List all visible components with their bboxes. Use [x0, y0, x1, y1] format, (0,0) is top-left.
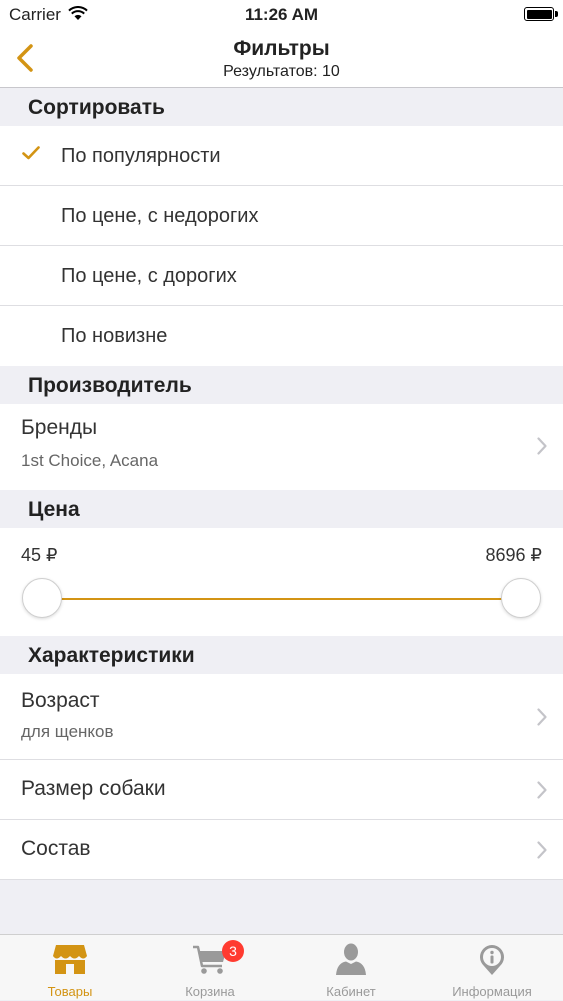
composition-row[interactable]: Состав — [0, 820, 563, 880]
brands-value: 1st Choice, Acana — [21, 451, 159, 470]
price-min-label: 45 ₽ — [21, 545, 58, 565]
section-title: Характеристики — [28, 644, 195, 667]
sort-option-label: По цене, с дорогих — [61, 265, 237, 287]
status-bar: Carrier 11:26 AM — [0, 0, 563, 30]
section-header-characteristics: Характеристики — [0, 636, 563, 674]
dog-size-label: Размер собаки — [21, 777, 166, 800]
price-min-thumb[interactable] — [22, 578, 62, 618]
sort-option-newest[interactable]: По новизне — [0, 306, 563, 366]
chevron-right-icon — [537, 781, 547, 799]
tab-label: Товары — [47, 984, 93, 999]
tab-info[interactable]: Информация — [422, 935, 562, 1001]
tab-label: Информация — [452, 984, 532, 999]
section-header-manufacturer: Производитель — [0, 366, 563, 404]
age-label: Возраст — [21, 689, 100, 712]
chevron-right-icon — [537, 708, 547, 726]
section-title: Сортировать — [28, 96, 165, 119]
results-count: Результатов: 10 — [223, 63, 340, 80]
sort-option-label: По цене, с недорогих — [61, 205, 259, 227]
sort-option-price-desc[interactable]: По цене, с дорогих — [0, 246, 563, 306]
age-row[interactable]: Возраст для щенков — [0, 674, 563, 760]
sort-option-price-asc[interactable]: По цене, с недорогих — [0, 186, 563, 246]
cart-badge: 3 — [222, 940, 244, 962]
chevron-right-icon — [537, 437, 547, 455]
sort-option-label: По новизне — [61, 325, 168, 347]
sort-option-popularity[interactable]: По популярности — [0, 126, 563, 186]
checkmark-icon — [22, 146, 40, 160]
navigation-bar: Фильтры Результатов: 10 — [0, 30, 563, 88]
store-icon — [53, 945, 87, 974]
price-range-row: 45 ₽ 8696 ₽ — [0, 528, 563, 636]
sort-option-label: По популярности — [61, 145, 221, 167]
page-title: Фильтры — [233, 37, 330, 60]
section-header-sort: Сортировать — [0, 88, 563, 126]
person-icon — [336, 943, 366, 975]
chevron-right-icon — [537, 841, 547, 859]
tab-label: Корзина — [185, 984, 235, 999]
price-max-label: 8696 ₽ — [485, 545, 543, 565]
tab-account[interactable]: Кабинет — [281, 935, 421, 1001]
tab-cart[interactable]: 3 Корзина — [140, 935, 280, 1001]
price-slider-track[interactable] — [42, 598, 521, 600]
brands-row[interactable]: Бренды 1st Choice, Acana — [0, 404, 563, 490]
info-pin-icon — [480, 945, 504, 975]
section-header-price: Цена — [0, 490, 563, 528]
tab-bar: Товары 3 Корзина Кабинет Информация — [0, 934, 563, 1000]
price-max-thumb[interactable] — [501, 578, 541, 618]
section-title: Производитель — [28, 374, 192, 397]
dog-size-row[interactable]: Размер собаки — [0, 760, 563, 820]
status-time: 11:26 AM — [244, 5, 319, 24]
composition-label: Состав — [21, 837, 91, 860]
age-value: для щенков — [21, 722, 114, 741]
tab-products[interactable]: Товары — [0, 935, 140, 1001]
section-title: Цена — [28, 498, 80, 521]
tab-label: Кабинет — [326, 984, 376, 999]
battery-icon — [524, 7, 558, 21]
brands-label: Бренды — [21, 416, 98, 439]
